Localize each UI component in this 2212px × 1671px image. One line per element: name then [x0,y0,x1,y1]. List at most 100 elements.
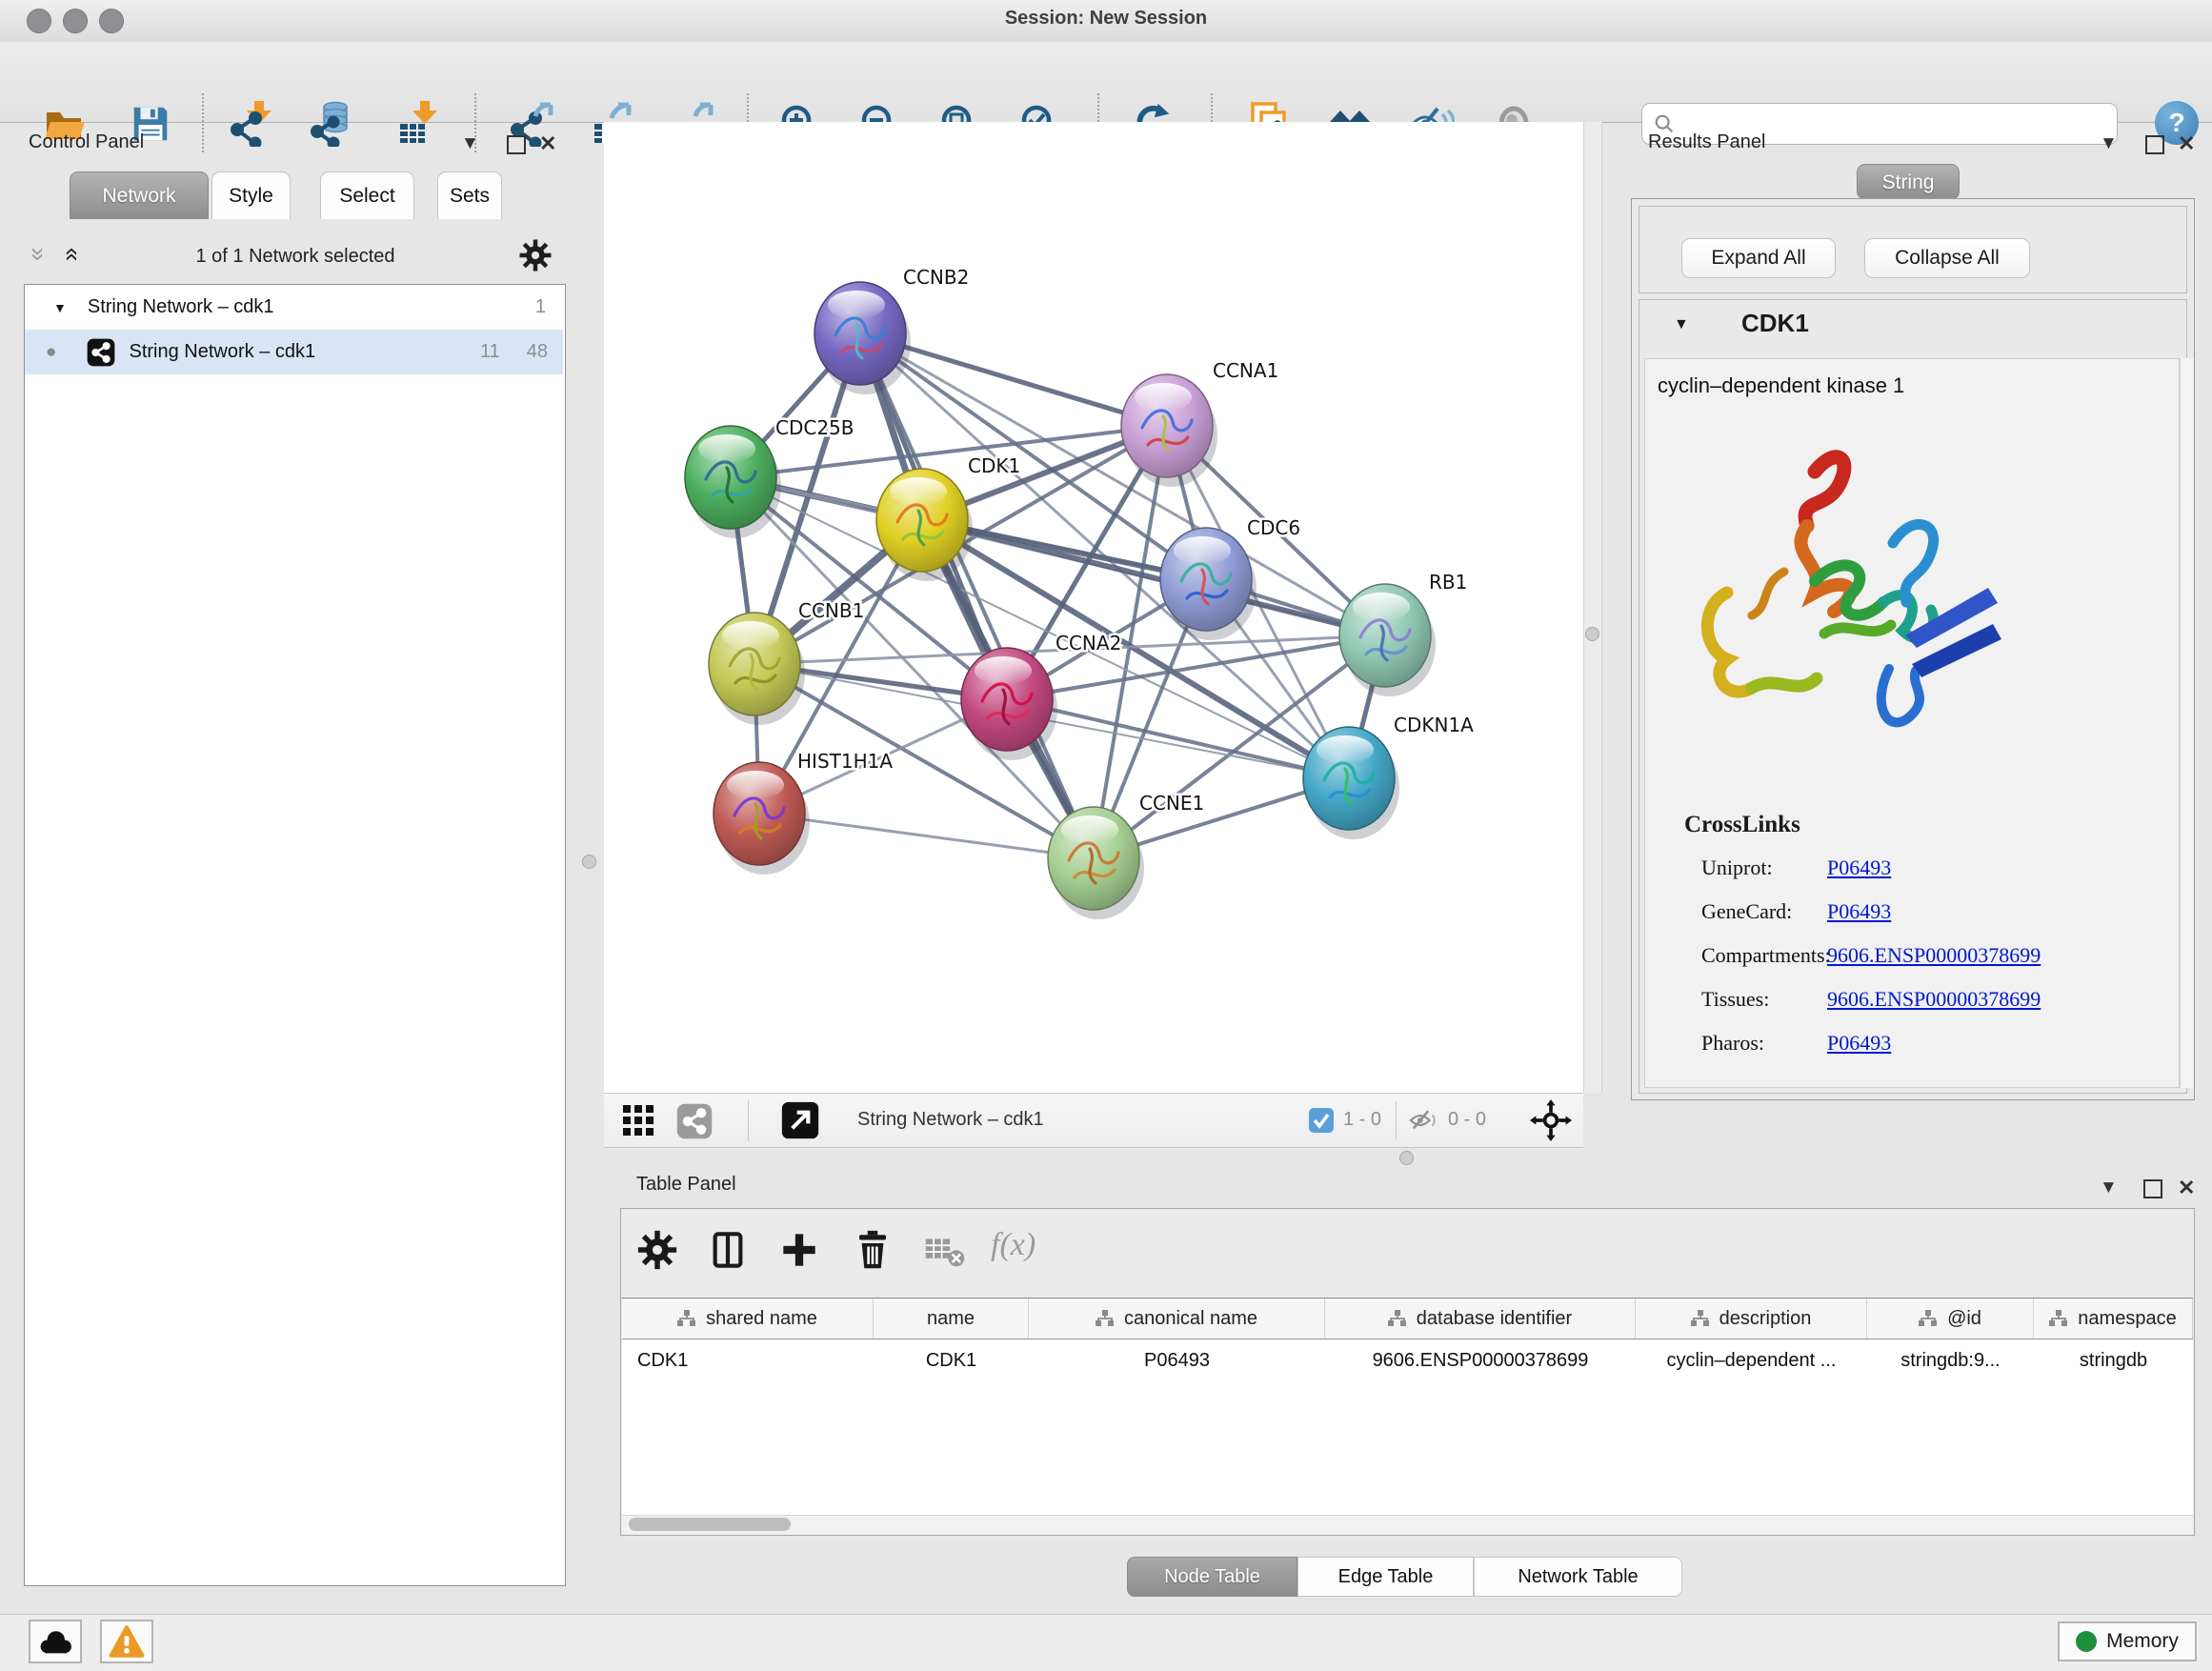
window-title: Session: New Session [0,8,2212,30]
crosslink-value-2[interactable]: 9606.ENSP00000378699 [1827,943,2041,968]
import-table-file-button[interactable] [394,101,440,147]
column-header-4[interactable]: description [1636,1299,1867,1339]
table-header-row: shared namenamecanonical namedatabase id… [622,1298,2193,1339]
bottom-splitter-handle[interactable] [1399,1151,1414,1165]
results-panel-close-icon[interactable]: ✕ [2178,131,2195,156]
import-network-file-button[interactable] [229,101,274,147]
network-options-gear-icon[interactable] [518,238,553,277]
column-header-5[interactable]: @id [1867,1299,2034,1339]
show-columns-icon[interactable] [709,1231,747,1274]
tab-edge-table[interactable]: Edge Table [1297,1557,1474,1597]
network-view-share-icon[interactable] [676,1103,713,1144]
network-node-CCNA1[interactable]: CCNA1 [1121,359,1278,487]
gene-collapse-icon[interactable]: ▼ [1674,316,1689,333]
collapse-all-networks-icon[interactable]: » [27,248,51,261]
memory-button[interactable]: Memory [2058,1621,2197,1661]
expand-all-button[interactable]: Expand All [1681,238,1836,278]
crosslink-label-3: Tissues: [1701,987,1769,1012]
cloud-status-button[interactable] [29,1620,82,1663]
toolbar-separator [202,93,204,152]
network-results-splitter[interactable] [1583,122,1602,1093]
right-splitter-handle[interactable] [1585,627,1599,641]
network-collection-row[interactable]: ▼ String Network – cdk1 1 [25,285,563,330]
cell-1: CDK1 [874,1339,1029,1381]
main-toolbar: ? [0,42,2212,123]
tab-select[interactable]: Select [320,171,414,219]
results-panel-maximize-icon[interactable] [2145,135,2164,154]
network-node-CDC6[interactable]: CDC6 [1160,516,1300,640]
tab-network[interactable]: Network [70,171,209,219]
birds-eye-view-button[interactable] [781,1101,819,1144]
expand-all-networks-icon[interactable]: » [57,248,82,261]
column-header-2[interactable]: canonical name [1029,1299,1325,1339]
network-node-CCNB1[interactable]: CCNB1 [709,599,864,725]
crosslink-value-1[interactable]: P06493 [1827,899,1891,924]
network-node-CCNB2[interactable]: CCNB2 [814,266,969,394]
crosslink-label-1: GeneCard: [1701,899,1792,924]
column-model-icon [677,1310,696,1327]
delete-column-trash-icon[interactable] [853,1229,893,1276]
network-row[interactable]: ● String Network – cdk1 11 48 [25,330,563,374]
tab-style[interactable]: Style [211,171,291,219]
control-panel-close-icon[interactable]: ✕ [539,131,556,156]
import-network-icon [229,101,274,147]
column-header-6[interactable]: namespace [2034,1299,2193,1339]
results-panel-title: Results Panel [1648,131,1765,153]
delete-table-icon[interactable] [924,1235,966,1274]
node-label-CDC25B: CDC25B [775,416,855,439]
hidden-eye-slash-icon[interactable] [1408,1107,1440,1138]
current-network-dot-icon: ● [46,342,56,363]
selected-count: 1 - 0 [1343,1109,1381,1131]
memory-label: Memory [2106,1630,2179,1653]
grid-view-icon[interactable] [623,1105,655,1142]
left-splitter-handle[interactable] [582,855,596,869]
control-panel-maximize-icon[interactable] [507,135,526,154]
results-scrollbar[interactable] [2180,358,2194,1088]
cloud-icon [36,1627,74,1656]
add-column-icon[interactable] [780,1231,818,1274]
tab-string[interactable]: String [1857,164,1960,200]
network-canvas[interactable]: CCNB2 CCNA1 CDC25B CDK1 CDC6 RB1 CCNB1 CCNA2 CDK… [604,122,1583,1093]
tab-node-table[interactable]: Node Table [1127,1557,1297,1597]
import-table-icon [394,101,440,147]
tab-sets[interactable]: Sets [437,171,502,219]
collection-count: 1 [535,296,546,318]
function-builder-icon[interactable]: f(x) [991,1227,1036,1263]
selected-checkbox-icon[interactable] [1309,1108,1334,1137]
import-network-database-button[interactable] [309,101,354,147]
column-header-3[interactable]: database identifier [1325,1299,1636,1339]
control-panel-float-icon[interactable]: ▼ [461,133,479,154]
table-scrollbar-thumb[interactable] [629,1518,791,1531]
table-panel-close-icon[interactable]: ✕ [2178,1176,2195,1200]
column-header-0[interactable]: shared name [622,1299,874,1339]
fit-content-crosshair-icon[interactable] [1530,1099,1572,1146]
column-model-icon [1691,1310,1710,1327]
network-list: ▼ String Network – cdk1 1 ● String Netwo… [24,284,566,1586]
control-panel-title: Control Panel [29,131,144,153]
table-panel-float-icon[interactable]: ▼ [2100,1178,2118,1198]
crosslink-label-2: Compartments: [1701,943,1831,968]
table-settings-gear-icon[interactable] [636,1229,678,1276]
tree-expander-icon[interactable]: ▼ [53,300,67,315]
warnings-button[interactable] [100,1620,153,1663]
network-node-CDK1[interactable]: CDK1 [876,454,1020,581]
table-panel-maximize-icon[interactable] [2143,1179,2162,1198]
node-label-CDKN1A: CDKN1A [1394,714,1474,736]
column-header-1[interactable]: name [874,1299,1029,1339]
cell-4: cyclin–dependent ... [1636,1339,1867,1381]
table-row[interactable]: CDK1CDK1P064939606.ENSP00000378699cyclin… [622,1339,2193,1381]
network-node-HIST1H1A[interactable]: HIST1H1A [714,750,893,875]
table-panel-title: Table Panel [636,1174,736,1196]
crosslink-value-3[interactable]: 9606.ENSP00000378699 [1827,987,2041,1012]
crosslink-value-0[interactable]: P06493 [1827,856,1891,880]
cell-3: 9606.ENSP00000378699 [1325,1339,1636,1381]
network-status-title: String Network – cdk1 [857,1109,1044,1131]
network-share-icon [87,338,115,367]
node-label-CCNA2: CCNA2 [1056,632,1121,654]
collapse-all-button[interactable]: Collapse All [1864,238,2030,278]
tab-network-table[interactable]: Network Table [1474,1557,1682,1597]
crosslink-value-4[interactable]: P06493 [1827,1031,1891,1056]
network-node-RB1[interactable]: RB1 [1339,571,1467,696]
results-panel-float-icon[interactable]: ▼ [2100,133,2118,154]
network-node-CDKN1A[interactable]: CDKN1A [1303,714,1474,839]
